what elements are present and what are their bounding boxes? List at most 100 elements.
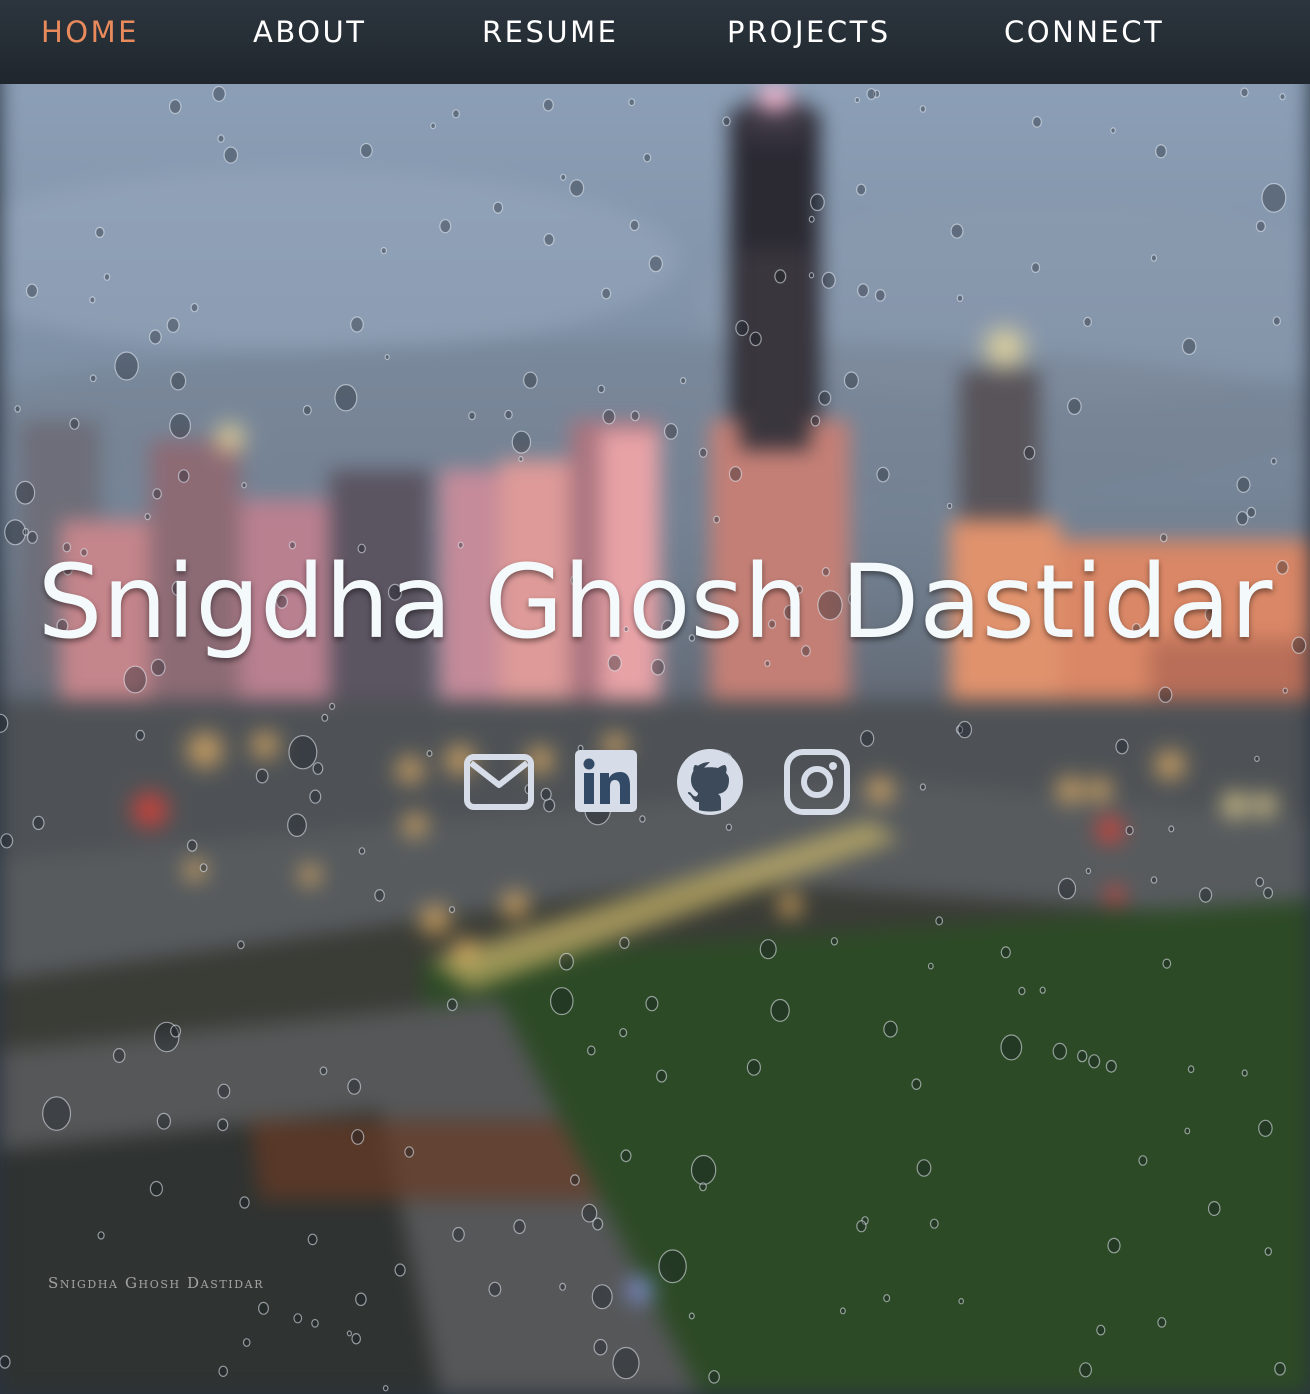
top-navigation: HOME ABOUT RESUME PROJECTS CONNECT [0,0,1310,84]
raindrop [518,456,524,463]
raindrop [560,173,567,181]
raindrop [1261,182,1287,213]
raindrop [156,1112,171,1130]
raindrop [911,1078,922,1090]
nav-home-link[interactable]: HOME [41,14,139,50]
raindrop [186,839,198,852]
raindrop [321,713,329,722]
raindrop [1184,1127,1191,1135]
raindrop [658,1249,687,1284]
raindrop [242,1338,251,1347]
raindrop [856,1220,867,1233]
raindrop [380,246,387,255]
raindrop [883,1020,898,1038]
raindrop [347,1078,362,1095]
raindrop [770,998,790,1022]
raindrop [679,377,687,385]
raindrop [311,1318,319,1328]
raindrop [42,1096,72,1131]
raindrop [302,405,312,416]
raindrop [0,833,14,849]
raindrop [629,219,640,232]
raindrop [1000,946,1011,959]
raindrop [728,466,743,482]
raindrop [1255,220,1266,233]
raindrop [25,283,39,298]
raindrop [319,1066,328,1076]
raindrop [929,1218,939,1229]
raindrop [698,447,708,458]
nav-connect-link[interactable]: CONNECT [1004,14,1164,50]
raindrop [1158,686,1173,703]
raindrop [839,1307,846,1315]
raindrop [1263,887,1274,899]
raindrop [543,233,555,247]
raindrop [1085,867,1092,875]
raindrop [586,1045,596,1056]
raindrop [1279,93,1286,101]
raindrops-overlay [0,0,1310,1394]
raindrop [468,411,476,421]
raindrop [89,296,96,304]
raindrop [177,469,190,484]
raindrop [749,331,762,347]
raindrop [619,936,630,950]
raindrop [1264,1247,1273,1256]
raindrop [169,412,192,439]
raindrop [1168,825,1175,833]
raindrop [239,1196,250,1209]
raindrop [857,283,870,298]
raindrop [866,88,877,100]
raindrop [759,939,777,960]
raindrop [549,987,574,1016]
raindrop [699,1182,707,1192]
raindrop [97,1231,105,1240]
raindrop [856,183,867,196]
raindrop [32,815,45,831]
nav-projects-link[interactable]: PROJECTS [727,14,891,50]
raindrop [591,1284,613,1310]
raindrop [946,502,953,510]
email-link[interactable] [463,748,535,818]
raindrop [950,223,964,239]
raindrop [0,1355,11,1369]
raindrop [774,269,787,284]
raindrop [643,152,652,163]
github-icon [677,749,743,815]
linkedin-link[interactable] [570,748,642,818]
instagram-link[interactable] [780,748,852,818]
raindrop [26,530,38,544]
raindrop [559,952,574,971]
envelope-icon [464,754,534,810]
raindrop [569,179,585,197]
nav-about-link[interactable]: ABOUT [253,14,367,50]
raindrop [722,116,731,127]
raindrop [452,1226,465,1242]
raindrop [919,105,927,113]
raindrop [854,96,861,104]
hero-name-heading: Snigdha Ghosh Dastidar [37,543,1273,662]
raindrop [1018,986,1026,996]
raindrop [1236,476,1251,493]
raindrop [708,1370,720,1384]
raindrop [382,1384,389,1392]
raindrop [148,329,162,345]
raindrop [956,294,964,303]
raindrop [307,1233,318,1246]
raindrop [69,417,80,430]
raindrop [1241,1069,1248,1077]
raindrop [656,1069,668,1083]
nav-resume-link[interactable]: RESUME [482,14,618,50]
github-link[interactable] [674,748,746,818]
raindrop [22,528,30,536]
raindrop [258,1301,270,1315]
raindrop [1150,254,1158,262]
raindrop [1096,1324,1106,1336]
photo-watermark: Snigdha Ghosh Dastidar [48,1274,265,1292]
raindrop [1031,116,1042,128]
raindrop [492,201,504,214]
raindrop [123,665,147,694]
raindrop [542,98,554,112]
raindrop [358,847,366,855]
raindrop [602,409,616,425]
